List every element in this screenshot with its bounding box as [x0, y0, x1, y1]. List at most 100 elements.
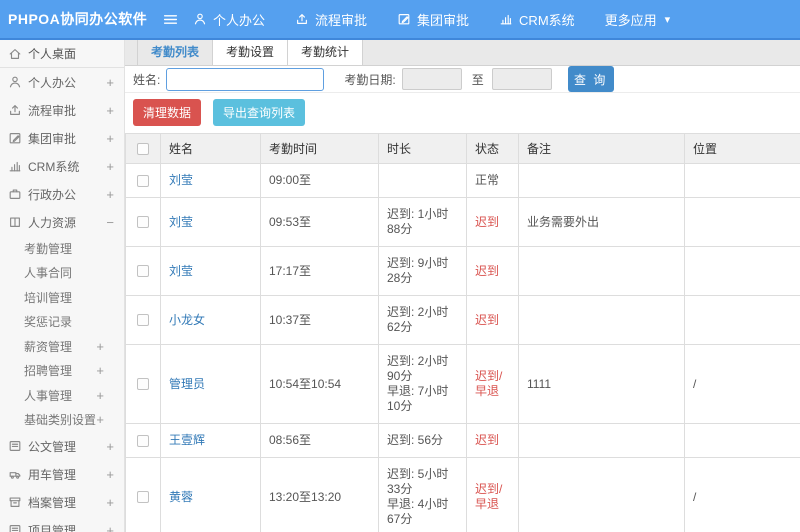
- employee-name-link[interactable]: 刘莹: [169, 173, 193, 187]
- employee-name-link[interactable]: 管理员: [169, 377, 205, 391]
- hamburger-menu-icon[interactable]: [162, 11, 179, 28]
- column-header: 考勤时间: [260, 133, 379, 164]
- expand-toggle-icon[interactable]: +: [96, 339, 104, 354]
- row-checkbox[interactable]: [137, 491, 149, 504]
- export-list-button[interactable]: 导出查询列表: [213, 99, 306, 126]
- expand-toggle-icon[interactable]: +: [96, 412, 104, 427]
- sidebar-item-base-category-settings[interactable]: 基础类别设置 +: [0, 408, 124, 433]
- duration-line: 迟到: 2小时62分: [387, 305, 449, 334]
- sidebar-item-admin-office[interactable]: 行政办公 +: [0, 180, 124, 208]
- expand-toggle-icon[interactable]: +: [106, 159, 114, 174]
- name-input[interactable]: [166, 67, 325, 91]
- employee-name-link[interactable]: 黄蓉: [169, 490, 193, 504]
- date-to-input[interactable]: [491, 68, 552, 90]
- row-checkbox[interactable]: [137, 174, 149, 187]
- note-cell: [518, 163, 685, 198]
- nav-item-workflow-approval[interactable]: 流程审批: [295, 10, 367, 29]
- expand-toggle-icon[interactable]: +: [106, 467, 114, 482]
- query-button[interactable]: 查 询: [567, 66, 614, 92]
- row-checkbox[interactable]: [137, 265, 149, 278]
- action-buttons: 清理数据 导出查询列表: [125, 93, 800, 133]
- employee-name-link[interactable]: 王壹辉: [169, 433, 205, 447]
- attendance-time-cell: 09:53至: [260, 197, 379, 247]
- sidebar-item-project-management[interactable]: 项目管理 +: [0, 516, 124, 532]
- date-from-input[interactable]: [401, 68, 462, 90]
- note-cell: 业务需要外出: [518, 197, 685, 247]
- sidebar-item-attendance-management[interactable]: 考勤管理: [0, 236, 124, 261]
- attendance-time-cell: 17:17至: [260, 246, 379, 296]
- name-cell: 王壹辉: [160, 423, 261, 458]
- sidebar-item-training-management[interactable]: 培训管理: [0, 285, 124, 310]
- expand-toggle-icon[interactable]: +: [106, 495, 114, 510]
- share-icon: [295, 12, 309, 26]
- share-icon: [8, 103, 23, 117]
- row-checkbox[interactable]: [137, 378, 149, 391]
- expand-toggle-icon[interactable]: +: [96, 363, 104, 378]
- home-icon: [8, 47, 23, 61]
- sidebar-item-salary-management[interactable]: 薪资管理 +: [0, 334, 124, 359]
- employee-name-link[interactable]: 小龙女: [169, 313, 205, 327]
- table-row: 小龙女 10:37至 迟到: 2小时62分 迟到: [125, 295, 800, 345]
- employee-name-link[interactable]: 刘莹: [169, 215, 193, 229]
- status-cell: 迟到: [466, 295, 519, 345]
- sidebar-item-archive-management[interactable]: 档案管理 +: [0, 488, 124, 516]
- expand-toggle-icon[interactable]: +: [106, 103, 114, 118]
- duration-line: 迟到: 2小时90分: [387, 354, 449, 383]
- name-cell: 刘莹: [160, 163, 261, 198]
- edit-icon: [8, 131, 23, 145]
- expand-toggle-icon[interactable]: +: [106, 523, 114, 532]
- sidebar-item-recruitment-management[interactable]: 招聘管理 +: [0, 359, 124, 384]
- sidebar-item-label: 档案管理: [28, 495, 77, 510]
- expand-toggle-icon[interactable]: +: [106, 131, 114, 146]
- employee-name-link[interactable]: 刘莹: [169, 264, 193, 278]
- sidebar-item-personal-office[interactable]: 个人办公 +: [0, 68, 124, 96]
- tab-attendance-settings[interactable]: 考勤设置: [213, 40, 289, 65]
- row-checkbox[interactable]: [137, 434, 149, 447]
- sidebar-item-crm-system[interactable]: CRM系统 +: [0, 152, 124, 180]
- location-cell: [684, 295, 800, 345]
- expand-toggle-icon[interactable]: +: [106, 439, 114, 454]
- tab-attendance-list[interactable]: 考勤列表: [137, 40, 214, 65]
- sidebar-item-vehicle-management[interactable]: 用车管理 +: [0, 460, 124, 488]
- nav-item-personal-office[interactable]: 个人办公: [193, 10, 265, 29]
- status-badge: 迟到: [475, 312, 500, 327]
- sidebar-item-label: 人力资源: [28, 215, 77, 230]
- column-header: 时长: [378, 133, 467, 164]
- table-row: 管理员 10:54至10:54 迟到: 2小时90分 早退: 7小时10分 迟到/早退 1…: [125, 344, 800, 424]
- expand-toggle-icon[interactable]: −: [106, 215, 114, 230]
- doc-icon: [8, 439, 23, 453]
- sidebar-item-label: 奖惩记录: [24, 315, 73, 330]
- sidebar-item-document-management[interactable]: 公文管理 +: [0, 432, 124, 460]
- nav-item-more-apps[interactable]: 更多应用 ▾: [605, 10, 671, 29]
- sidebar-item-personnel-management[interactable]: 人事管理 +: [0, 383, 124, 408]
- row-checkbox[interactable]: [137, 216, 149, 229]
- sidebar-item-workflow-approval[interactable]: 流程审批 +: [0, 96, 124, 124]
- table-row: 刘莹 17:17至 迟到: 9小时28分 迟到: [125, 246, 800, 296]
- expand-toggle-icon[interactable]: +: [106, 75, 114, 90]
- sidebar-item-human-resources[interactable]: 人力资源 −: [0, 208, 124, 236]
- duration-line: 早退: 7小时10分: [387, 384, 449, 413]
- archive-icon: [8, 495, 23, 509]
- sidebar-item-reward-punishment[interactable]: 奖惩记录: [0, 310, 124, 335]
- sidebar-item-label: 流程审批: [28, 103, 77, 118]
- status-cell: 迟到: [466, 246, 519, 296]
- nav-item-crm-system[interactable]: CRM系统: [499, 10, 575, 29]
- select-all-checkbox[interactable]: [137, 143, 149, 156]
- row-checkbox-cell: [125, 197, 161, 247]
- status-badge: 正常: [475, 173, 500, 187]
- expand-toggle-icon[interactable]: +: [106, 187, 114, 202]
- sidebar-item-hr-contract[interactable]: 人事合同: [0, 261, 124, 286]
- sidebar-item-personal-desktop[interactable]: 个人桌面: [0, 40, 124, 68]
- chevron-down-icon: ▾: [664, 13, 671, 26]
- note-cell: [518, 423, 685, 458]
- clean-data-button[interactable]: 清理数据: [133, 99, 202, 126]
- expand-toggle-icon[interactable]: +: [96, 388, 104, 403]
- row-checkbox[interactable]: [137, 314, 149, 327]
- nav-item-label: 个人办公: [213, 12, 266, 28]
- duration-cell: 迟到: 9小时28分: [378, 246, 467, 296]
- sidebar-item-group-approval[interactable]: 集团审批 +: [0, 124, 124, 152]
- sidebar-item-label: 招聘管理: [24, 364, 73, 379]
- nav-item-group-approval[interactable]: 集团审批: [397, 10, 469, 29]
- sidebar: 个人桌面 个人办公 + 流程审批 + 集团审批 + CRM系统 + 行政办公 + 人力资源 − 考勤管理人…: [0, 40, 125, 532]
- tab-attendance-statistics[interactable]: 考勤统计: [288, 40, 364, 65]
